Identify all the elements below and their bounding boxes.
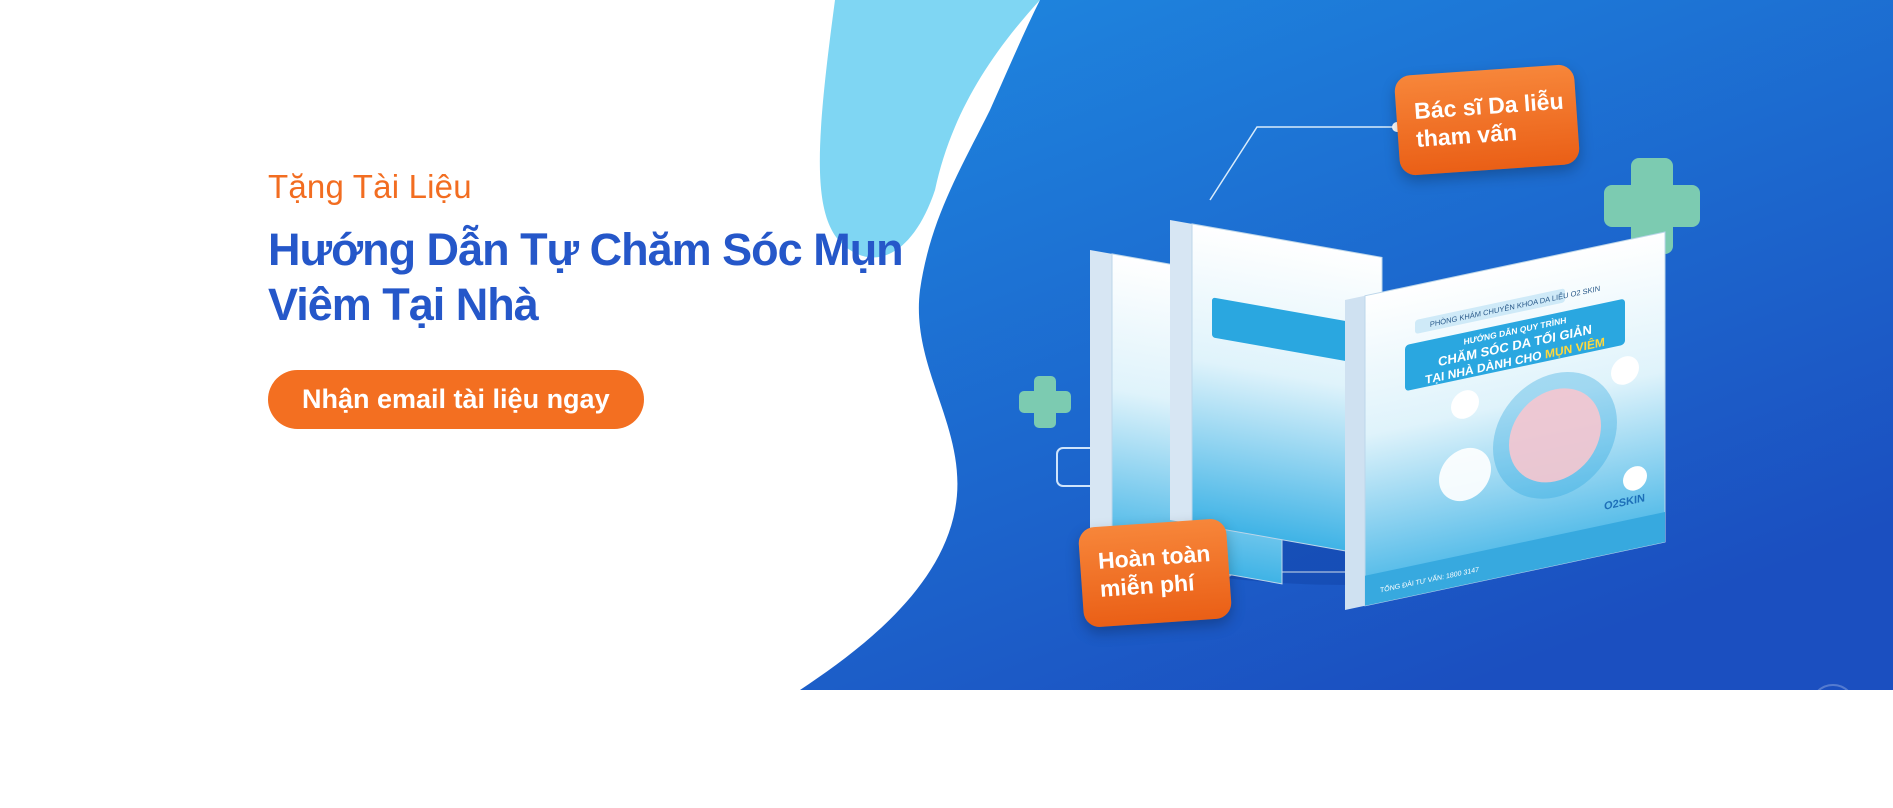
get-document-button[interactable]: Nhận email tài liệu ngay bbox=[268, 370, 644, 429]
page-title: Hướng Dẫn Tự Chăm Sóc Mụn Viêm Tại Nhà bbox=[268, 222, 908, 332]
badge-free: Hoàn toàn miễn phí bbox=[1077, 517, 1233, 629]
headline-line2: Viêm Tại Nhà bbox=[268, 279, 539, 330]
headline-line1: Hướng Dẫn Tự Chăm Sóc Mụn bbox=[268, 224, 904, 275]
badge-dermatologist: Bác sĩ Da liễu tham vấn bbox=[1393, 63, 1581, 177]
eyebrow-text: Tặng Tài Liệu bbox=[268, 168, 472, 205]
hero-text: Tặng Tài Liệu Hướng Dẫn Tự Chăm Sóc Mụn … bbox=[268, 168, 908, 429]
promo-banner: PHÒNG KHÁM CHUYÊN KHOA DA LIỄU O2 SKIN H… bbox=[0, 0, 1893, 808]
